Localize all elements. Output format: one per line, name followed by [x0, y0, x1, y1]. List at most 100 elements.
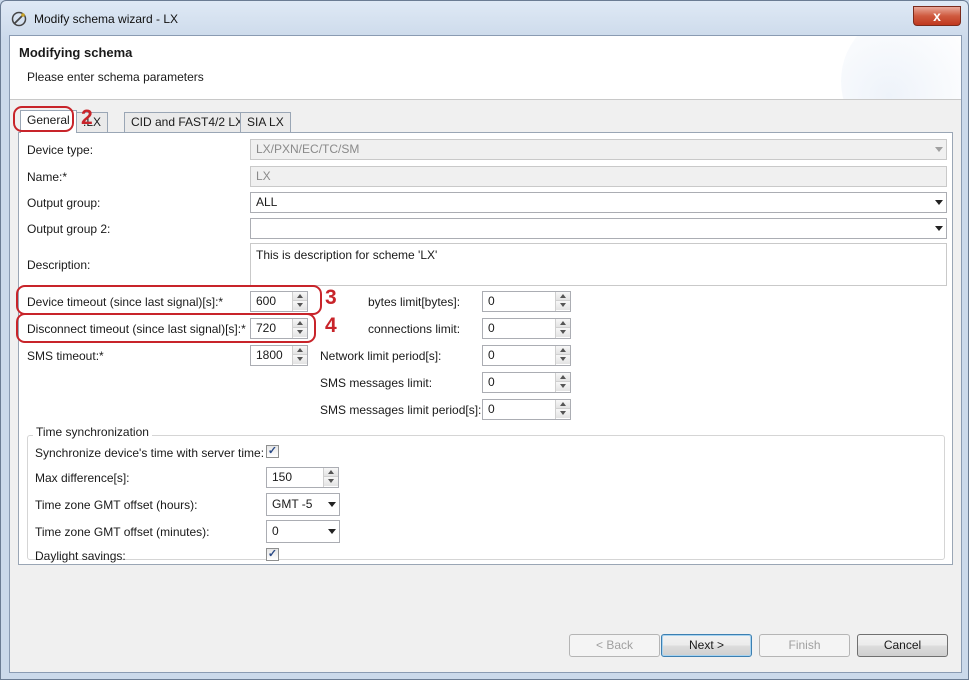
increment-icon[interactable]	[293, 292, 307, 301]
increment-icon[interactable]	[293, 319, 307, 328]
max-difference-value: 150	[272, 470, 293, 484]
general-tab-panel: Device type: LX/PXN/EC/TC/SM Name:* LX O…	[16, 132, 953, 565]
stepper-buttons	[555, 346, 570, 365]
bytes-limit-stepper[interactable]: 0	[482, 291, 571, 312]
tab-general[interactable]: General	[20, 110, 77, 133]
output-group-2-label: Output group 2:	[27, 222, 111, 236]
network-limit-period-label: Network limit period[s]:	[320, 349, 442, 363]
chevron-down-icon	[328, 502, 336, 507]
tz-minutes-label: Time zone GMT offset (minutes):	[35, 525, 210, 539]
increment-icon[interactable]	[556, 400, 570, 409]
disconnect-timeout-stepper[interactable]: 720	[250, 318, 308, 339]
output-group-combo[interactable]: ALL	[250, 192, 947, 213]
description-textarea[interactable]: This is description for scheme 'LX'	[250, 243, 947, 286]
wizard-client-area: Modifying schema Please enter schema par…	[9, 35, 962, 673]
daylight-savings-checkbox[interactable]: ✓	[266, 548, 279, 561]
bytes-limit-value: 0	[488, 294, 495, 308]
tz-hours-value: GMT -5	[272, 497, 313, 511]
name-value: LX	[256, 169, 271, 183]
bytes-limit-label: bytes limit[bytes]:	[368, 295, 461, 309]
decrement-icon[interactable]	[293, 328, 307, 337]
sms-timeout-stepper[interactable]: 1800	[250, 345, 308, 366]
close-button[interactable]: x	[913, 6, 961, 26]
decrement-icon[interactable]	[293, 355, 307, 364]
tz-minutes-value: 0	[272, 524, 279, 538]
chevron-down-icon	[935, 147, 943, 152]
device-type-value: LX/PXN/EC/TC/SM	[256, 142, 360, 156]
annotation-number-4: 4	[325, 314, 337, 337]
output-group-2-combo[interactable]	[250, 218, 947, 239]
tz-hours-combo[interactable]: GMT -5	[266, 493, 340, 516]
decrement-icon[interactable]	[324, 477, 338, 486]
stepper-buttons	[292, 292, 307, 311]
page-title: Modifying schema	[19, 45, 133, 60]
stepper-buttons	[323, 468, 338, 487]
connections-limit-value: 0	[488, 321, 495, 335]
sms-messages-limit-stepper[interactable]: 0	[482, 372, 571, 393]
device-type-label: Device type:	[27, 143, 94, 157]
tab-cid-fast[interactable]: CID and FAST4/2 LX	[124, 112, 251, 132]
decrement-icon[interactable]	[556, 301, 570, 310]
device-timeout-stepper[interactable]: 600	[250, 291, 308, 312]
finish-button[interactable]: Finish	[759, 634, 850, 657]
increment-icon[interactable]	[324, 468, 338, 477]
sms-messages-limit-period-label: SMS messages limit period[s]:	[320, 403, 482, 417]
chevron-down-icon	[935, 200, 943, 205]
checkmark-icon: ✓	[267, 548, 278, 560]
increment-icon[interactable]	[293, 346, 307, 355]
tz-minutes-combo[interactable]: 0	[266, 520, 340, 543]
annotation-number-3: 3	[325, 286, 337, 309]
device-type-combo: LX/PXN/EC/TC/SM	[250, 139, 947, 160]
description-label: Description:	[27, 258, 91, 272]
stepper-buttons	[292, 346, 307, 365]
decrement-icon[interactable]	[556, 409, 570, 418]
time-sync-title: Time synchronization	[33, 425, 152, 439]
decrement-icon[interactable]	[293, 301, 307, 310]
stepper-buttons	[292, 319, 307, 338]
network-limit-period-value: 0	[488, 348, 495, 362]
stepper-buttons	[555, 373, 570, 392]
daylight-savings-label: Daylight savings:	[35, 549, 126, 563]
sms-messages-limit-label: SMS messages limit:	[320, 376, 433, 390]
sync-time-label: Synchronize device's time with server ti…	[35, 446, 265, 460]
max-difference-stepper[interactable]: 150	[266, 467, 339, 488]
connections-limit-stepper[interactable]: 0	[482, 318, 571, 339]
device-timeout-value: 600	[256, 294, 277, 308]
back-button[interactable]: < Back	[569, 634, 660, 657]
increment-icon[interactable]	[556, 292, 570, 301]
increment-icon[interactable]	[556, 373, 570, 382]
chevron-down-icon	[935, 226, 943, 231]
decrement-icon[interactable]	[556, 382, 570, 391]
header-decoration	[841, 36, 961, 99]
cancel-button[interactable]: Cancel	[857, 634, 948, 657]
wizard-window: Modify schema wizard - LX x Modifying sc…	[0, 0, 969, 680]
tab-sia[interactable]: SIA LX	[240, 112, 291, 132]
title-bar[interactable]: Modify schema wizard - LX x	[1, 1, 968, 35]
decrement-icon[interactable]	[556, 328, 570, 337]
output-group-value: ALL	[256, 195, 278, 209]
wizard-header: Modifying schema Please enter schema par…	[10, 36, 961, 100]
checkmark-icon: ✓	[267, 445, 278, 457]
increment-icon[interactable]	[556, 319, 570, 328]
next-button[interactable]: Next >	[661, 634, 752, 657]
stepper-buttons	[555, 292, 570, 311]
increment-icon[interactable]	[556, 346, 570, 355]
device-timeout-label: Device timeout (since last signal)[s]:*	[27, 295, 224, 309]
sms-timeout-value: 1800	[256, 348, 283, 362]
network-limit-period-stepper[interactable]: 0	[482, 345, 571, 366]
stepper-buttons	[555, 319, 570, 338]
sync-time-checkbox[interactable]: ✓	[266, 445, 279, 458]
decrement-icon[interactable]	[556, 355, 570, 364]
disconnect-timeout-label: Disconnect timeout (since last signal)[s…	[27, 322, 246, 336]
page-subtitle: Please enter schema parameters	[27, 70, 204, 84]
stepper-buttons	[555, 400, 570, 419]
annotation-number-2: 2	[81, 106, 93, 129]
sms-messages-limit-period-stepper[interactable]: 0	[482, 399, 571, 420]
chevron-down-icon	[328, 529, 336, 534]
close-icon: x	[933, 8, 941, 24]
connections-limit-label: connections limit:	[368, 322, 461, 336]
name-label: Name:*	[27, 170, 68, 184]
sms-messages-limit-value: 0	[488, 375, 495, 389]
description-value: This is description for scheme 'LX'	[256, 248, 438, 262]
sms-timeout-label: SMS timeout:*	[27, 349, 104, 363]
